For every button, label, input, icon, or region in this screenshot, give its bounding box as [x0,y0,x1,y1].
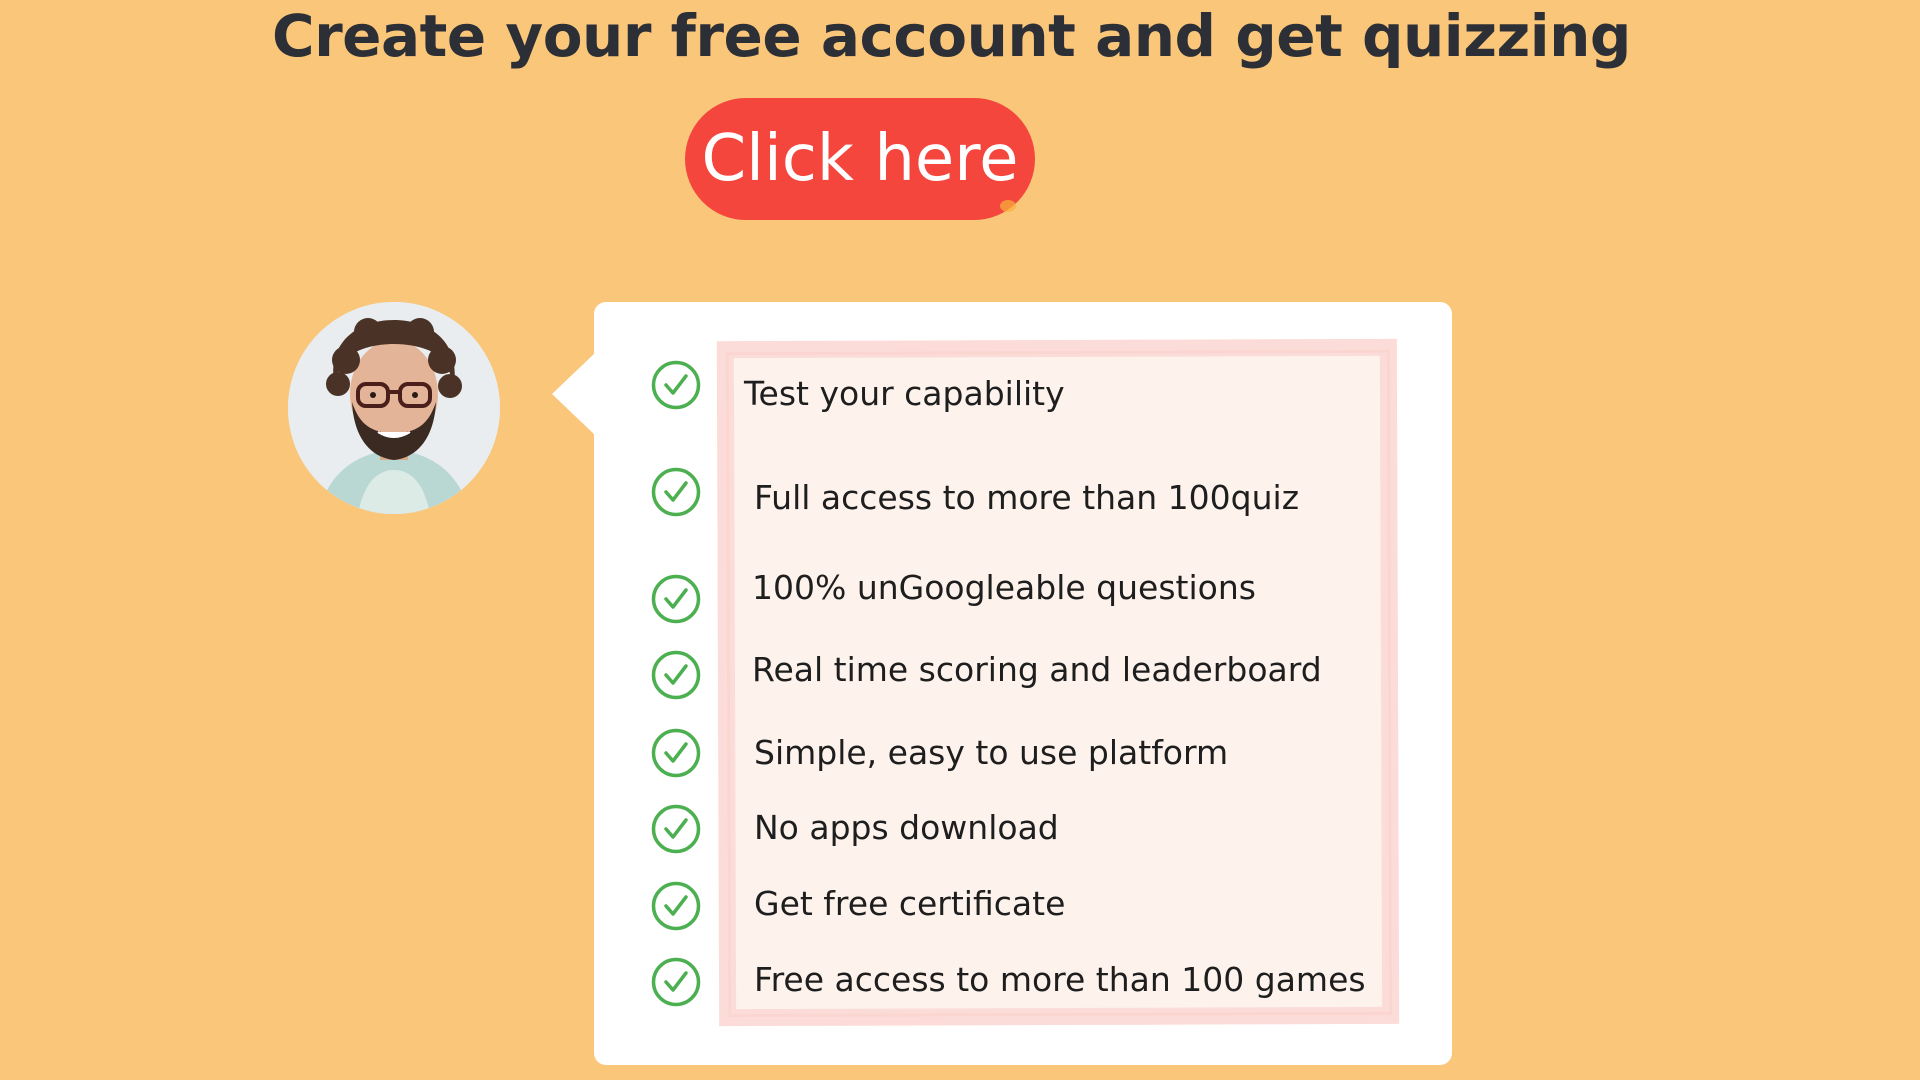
feature-label: Free access to more than 100 games [754,960,1366,999]
feature-label: Real time scoring and leaderboard [752,650,1322,689]
check-circle-icon [651,881,701,931]
check-circle-icon [651,360,701,410]
feature-item [650,725,702,781]
page-headline: Create your free account and get quizzin… [272,2,1631,70]
check-circle-icon [651,467,701,517]
feature-label: 100% unGoogleable questions [752,568,1256,607]
speech-bubble-tail [552,352,596,436]
feature-item [650,464,702,520]
avatar-portrait [288,302,500,514]
feature-label: Test your capability [744,374,1065,413]
check-circle-icon [651,650,701,700]
check-circle-icon [651,957,701,1007]
feature-label: Get free certificate [754,884,1066,923]
feature-item [650,357,702,413]
feature-label: No apps download [754,808,1059,847]
feature-item [650,878,702,934]
feature-item [650,571,702,627]
feature-item [650,801,702,857]
feature-item [650,954,702,1010]
click-here-button[interactable]: Click here [685,98,1035,220]
click-here-label: Click here [701,122,1019,196]
feature-label: Full access to more than 100quiz [754,478,1300,517]
avatar [288,302,500,514]
feature-item [650,647,702,703]
feature-label: Simple, easy to use platform [754,733,1229,772]
check-circle-icon [651,804,701,854]
decorative-dot [1000,200,1016,212]
check-circle-icon [651,728,701,778]
check-circle-icon [651,574,701,624]
